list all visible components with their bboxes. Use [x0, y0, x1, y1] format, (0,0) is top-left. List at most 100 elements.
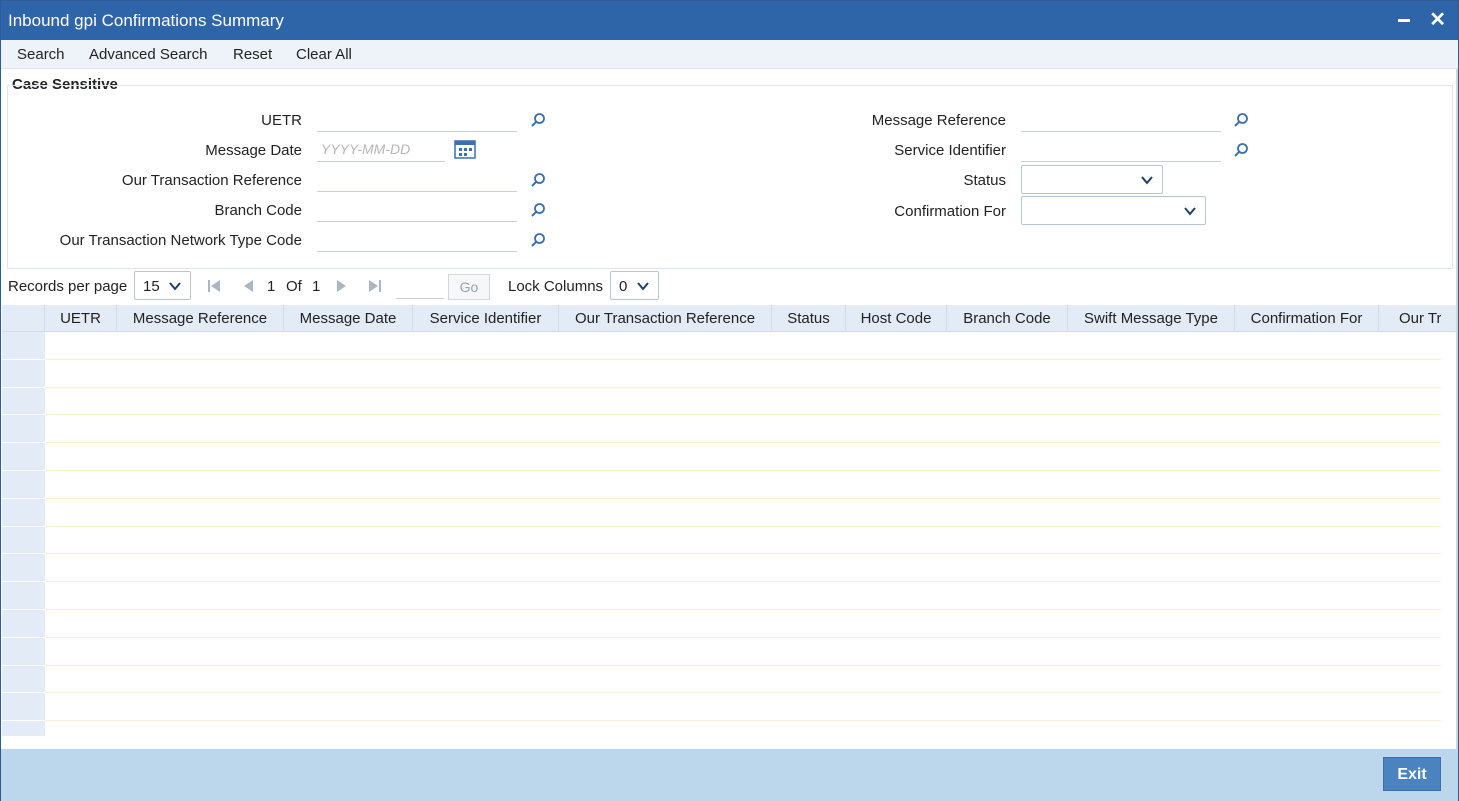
- uetr-input[interactable]: [317, 108, 517, 132]
- chevron-down-icon: [637, 282, 649, 291]
- current-page-number: 1: [267, 278, 276, 295]
- table-row[interactable]: [45, 693, 1441, 722]
- column-header-host-code[interactable]: Host Code: [846, 305, 947, 332]
- search-button[interactable]: Search: [17, 46, 65, 63]
- pagination-bar: Records per page 15 1 Of 1 Go Lock Colum…: [1, 271, 1458, 305]
- column-header-our-transaction-network[interactable]: Our Tr: [1379, 305, 1441, 332]
- next-page-icon[interactable]: [335, 279, 349, 293]
- message-date-label: Message Date: [205, 142, 302, 159]
- first-page-icon[interactable]: [207, 279, 221, 293]
- table-row[interactable]: [45, 415, 1441, 444]
- total-pages-number: 1: [312, 278, 321, 295]
- our-transaction-network-type-code-lookup-search-icon[interactable]: [530, 232, 546, 248]
- calendar-icon[interactable]: [454, 139, 476, 159]
- message-reference-input[interactable]: [1021, 108, 1221, 132]
- row-selector[interactable]: [2, 443, 45, 471]
- table-row[interactable]: [45, 332, 1441, 360]
- lock-columns-value: 0: [619, 278, 628, 295]
- column-header-confirmation-for[interactable]: Confirmation For: [1235, 305, 1379, 332]
- go-to-page-input[interactable]: [396, 275, 444, 299]
- column-header-our-transaction-reference[interactable]: Our Transaction Reference: [559, 305, 772, 332]
- row-selector[interactable]: [2, 721, 45, 736]
- footer-bar: Exit: [1, 749, 1458, 801]
- table-row[interactable]: [45, 554, 1441, 583]
- branch-code-input[interactable]: [317, 198, 517, 222]
- row-selector[interactable]: [2, 359, 45, 388]
- table-row[interactable]: [45, 388, 1441, 416]
- row-selector[interactable]: [2, 582, 45, 610]
- our-transaction-network-type-code-input[interactable]: [317, 228, 517, 252]
- table-row[interactable]: [45, 360, 1441, 388]
- row-selector[interactable]: [2, 554, 45, 583]
- row-selector[interactable]: [2, 498, 45, 527]
- our-transaction-reference-input[interactable]: [317, 168, 517, 192]
- table-row[interactable]: [45, 638, 1441, 666]
- column-header-status[interactable]: Status: [772, 305, 846, 332]
- table-row[interactable]: [45, 610, 1441, 638]
- status-label: Status: [963, 172, 1006, 189]
- branch-code-label: Branch Code: [214, 202, 302, 219]
- service-identifier-label: Service Identifier: [894, 142, 1006, 159]
- results-grid: UETR Message Reference Message Date Serv…: [2, 305, 1457, 736]
- table-row[interactable]: [45, 666, 1441, 694]
- row-selector[interactable]: [2, 637, 45, 666]
- summary-window: Inbound gpi Confirmations Summary ✕ Sear…: [0, 0, 1459, 801]
- branch-code-lookup-search-icon[interactable]: [530, 202, 546, 218]
- chevron-down-icon: [1141, 176, 1153, 185]
- column-header-message-reference[interactable]: Message Reference: [117, 305, 284, 332]
- exit-button[interactable]: Exit: [1383, 757, 1441, 791]
- toolbar: Search Advanced Search Reset Clear All: [1, 40, 1458, 69]
- uetr-label: UETR: [261, 112, 302, 129]
- window-title: Inbound gpi Confirmations Summary: [8, 11, 284, 30]
- of-label: Of: [286, 278, 302, 295]
- records-per-page-label: Records per page: [8, 278, 128, 295]
- close-icon[interactable]: ✕: [1429, 9, 1446, 31]
- message-date-input[interactable]: [317, 138, 445, 162]
- service-identifier-lookup-search-icon[interactable]: [1233, 142, 1249, 158]
- row-selector[interactable]: [2, 610, 45, 638]
- vertical-scrollbar[interactable]: [1456, 69, 1458, 749]
- row-selector[interactable]: [2, 471, 45, 499]
- column-header-swift-message-type[interactable]: Swift Message Type: [1068, 305, 1235, 332]
- column-header-service-identifier[interactable]: Service Identifier: [413, 305, 559, 332]
- our-transaction-reference-lookup-search-icon[interactable]: [530, 172, 546, 188]
- status-select[interactable]: [1021, 165, 1163, 194]
- lock-columns-select[interactable]: 0: [610, 271, 659, 300]
- row-selector[interactable]: [2, 693, 45, 722]
- chevron-down-icon: [169, 282, 181, 291]
- uetr-lookup-search-icon[interactable]: [530, 112, 546, 128]
- table-row[interactable]: [45, 527, 1441, 555]
- table-row[interactable]: [45, 443, 1441, 471]
- records-per-page-select[interactable]: 15: [134, 271, 191, 300]
- grid-header: UETR Message Reference Message Date Serv…: [2, 305, 1457, 332]
- row-selector[interactable]: [2, 415, 45, 444]
- reset-button[interactable]: Reset: [233, 46, 272, 63]
- table-row[interactable]: [45, 721, 1441, 736]
- lock-columns-label: Lock Columns: [508, 278, 604, 295]
- minimize-icon[interactable]: [1398, 19, 1410, 22]
- message-reference-label: Message Reference: [871, 112, 1006, 129]
- table-row[interactable]: [45, 499, 1441, 527]
- previous-page-icon[interactable]: [241, 279, 255, 293]
- chevron-down-icon: [1184, 207, 1196, 216]
- row-selector[interactable]: [2, 665, 45, 694]
- last-page-icon[interactable]: [368, 279, 382, 293]
- row-selector[interactable]: [2, 332, 45, 360]
- confirmation-for-select[interactable]: [1021, 196, 1206, 225]
- advanced-search-button[interactable]: Advanced Search: [89, 46, 207, 63]
- column-header-uetr[interactable]: UETR: [45, 305, 117, 332]
- message-reference-lookup-search-icon[interactable]: [1233, 112, 1249, 128]
- our-transaction-reference-label: Our Transaction Reference: [121, 172, 302, 189]
- row-selector[interactable]: [2, 526, 45, 555]
- go-button[interactable]: Go: [448, 274, 490, 300]
- title-bar: Inbound gpi Confirmations Summary ✕: [1, 1, 1458, 40]
- column-header-message-date[interactable]: Message Date: [284, 305, 413, 332]
- column-header-branch-code[interactable]: Branch Code: [947, 305, 1068, 332]
- service-identifier-input[interactable]: [1021, 138, 1221, 162]
- table-row[interactable]: [45, 582, 1441, 610]
- clear-all-button[interactable]: Clear All: [296, 46, 352, 63]
- confirmation-for-label: Confirmation For: [894, 203, 1006, 220]
- select-all-column[interactable]: [2, 305, 45, 332]
- table-row[interactable]: [45, 471, 1441, 499]
- row-selector[interactable]: [2, 387, 45, 416]
